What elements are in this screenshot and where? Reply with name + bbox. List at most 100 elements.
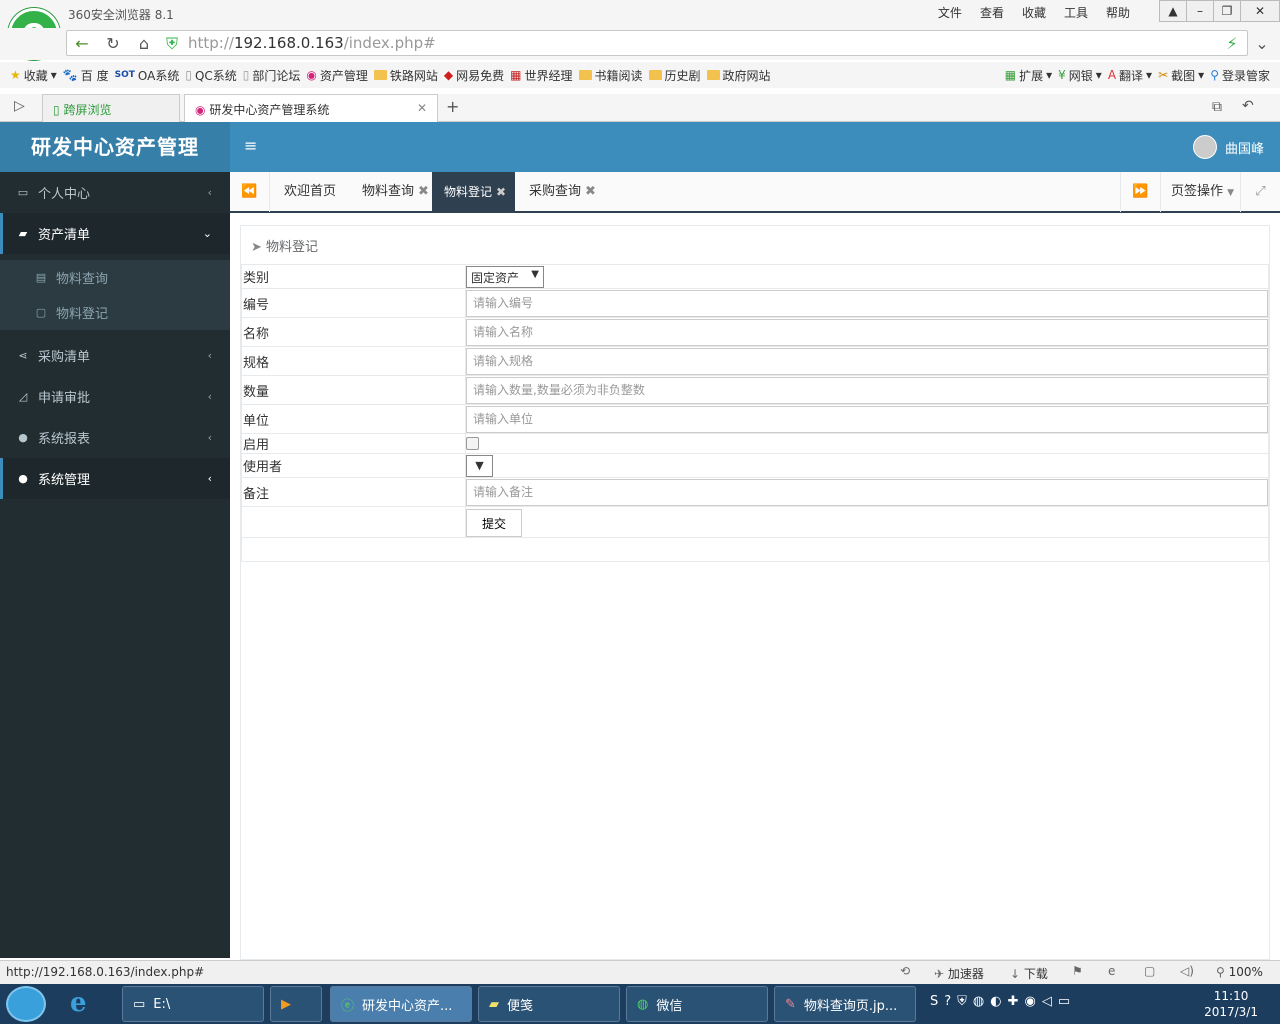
- submit-button[interactable]: 提交: [466, 509, 522, 537]
- menu-file[interactable]: 文件: [938, 4, 962, 21]
- bookmark-assets[interactable]: ◉ 资产管理: [306, 67, 368, 84]
- close-icon[interactable]: ✖: [496, 185, 506, 199]
- baidu-icon: 🐾: [62, 68, 78, 82]
- quantity-input[interactable]: [466, 376, 1268, 404]
- enable-checkbox[interactable]: [466, 437, 479, 450]
- tab-label: 研发中心资产管理系统: [209, 103, 330, 117]
- download-button[interactable]: ↓ 下载: [1010, 965, 1048, 982]
- back-icon[interactable]: ←: [72, 34, 92, 54]
- screenshot-button[interactable]: ✂ 截图 ▾: [1158, 67, 1204, 84]
- skin-icon[interactable]: ▲: [1159, 0, 1187, 22]
- start-button[interactable]: [6, 986, 46, 1022]
- tab-material-query[interactable]: 物料查询 ✖: [350, 172, 441, 212]
- bookmark-railway[interactable]: 铁路网站: [373, 67, 438, 84]
- extensions-button[interactable]: ▦ 扩展 ▾: [1005, 67, 1052, 84]
- minimize-button[interactable]: –: [1186, 0, 1214, 22]
- hamburger-icon[interactable]: ≡: [244, 136, 257, 155]
- search-icon: ⚲: [1210, 68, 1219, 82]
- app-brand[interactable]: 研发中心资产管理: [0, 122, 230, 172]
- tab-welcome[interactable]: 欢迎首页: [272, 172, 348, 212]
- home-icon[interactable]: ⌂: [134, 34, 154, 54]
- undo-icon[interactable]: ↶: [1242, 98, 1254, 114]
- sidebar-item-personal[interactable]: ▭ 个人中心 ‹: [0, 172, 230, 213]
- bookmark-books[interactable]: 书籍阅读: [578, 67, 643, 84]
- menu-help[interactable]: 帮助: [1106, 4, 1130, 21]
- ie-taskbar-icon[interactable]: e: [70, 988, 87, 1018]
- sidebar-item-assets[interactable]: ▰ 资产清单 ⌄: [0, 213, 230, 254]
- login-manager-button[interactable]: ⚲ 登录管家: [1210, 67, 1270, 84]
- refresh-icon[interactable]: ⟲: [900, 964, 910, 978]
- menu-favorites[interactable]: 收藏: [1022, 4, 1046, 21]
- ebank-button[interactable]: ¥ 网银 ▾: [1058, 67, 1102, 84]
- browser-tab-crossscreen[interactable]: ▯ 跨屏浏览: [42, 94, 180, 122]
- flag-icon[interactable]: ⚑: [1072, 964, 1083, 978]
- tabs-scroll-right-icon[interactable]: ⏩: [1120, 172, 1160, 212]
- sidebar-subitem-material-register[interactable]: ▢ 物料登记: [0, 295, 230, 330]
- folder-icon: [706, 70, 720, 80]
- sidebar-subitem-material-query[interactable]: ▤ 物料查询: [0, 260, 230, 295]
- taskbar-clock[interactable]: 11:10 2017/3/1: [1204, 988, 1258, 1020]
- chevron-down-icon: ⌄: [202, 227, 212, 240]
- bookmark-baidu[interactable]: 🐾 百 度: [63, 67, 109, 84]
- browser-tab-active[interactable]: ◉ 研发中心资产管理系统 ✕: [184, 94, 438, 123]
- new-tab-icon[interactable]: +: [446, 97, 459, 116]
- tab-purchase-query[interactable]: 采购查询 ✖: [517, 172, 608, 212]
- code-input[interactable]: [466, 289, 1268, 317]
- taskbar-item-explorer[interactable]: ▭ E:\: [122, 986, 264, 1022]
- bookmark-oa[interactable]: SOT OA系统: [115, 67, 180, 84]
- caret-down-icon: ▼: [531, 268, 539, 280]
- bookmark-netease[interactable]: ◆ 网易免费: [444, 67, 504, 84]
- taskbar-item-notes[interactable]: ▰ 便笺: [478, 986, 620, 1022]
- shield-icon: ⛨: [165, 34, 178, 53]
- zoom-button[interactable]: ⚲ 100%: [1216, 965, 1263, 979]
- window-icon[interactable]: ▢: [1144, 964, 1155, 978]
- category-select[interactable]: 固定资产 ▼: [466, 265, 544, 288]
- bookmark-forum[interactable]: ▯ 部门论坛: [243, 67, 301, 84]
- volume-icon[interactable]: ◁): [1180, 964, 1194, 978]
- maximize-button[interactable]: ❐: [1213, 0, 1241, 22]
- note-input[interactable]: [466, 478, 1268, 506]
- sidebar-item-purchase[interactable]: ⋖ 采购清单 ‹: [0, 335, 230, 376]
- ie-icon[interactable]: e: [1108, 964, 1115, 978]
- user-menu[interactable]: 曲国峰: [1192, 135, 1264, 159]
- bookmark-qc[interactable]: ▯ QC系统: [185, 67, 236, 84]
- url-text[interactable]: http://192.168.0.163/index.php#: [188, 34, 436, 52]
- tabs-scroll-left-icon[interactable]: ⏪: [230, 172, 270, 212]
- sidebar: ▭ 个人中心 ‹ ▰ 资产清单 ⌄ ▤ 物料查询 ▢ 物料登记 ⋖ 采购清单 ‹ ◿ 申请审批 ‹ …: [0, 172, 230, 958]
- sidebar-item-reports[interactable]: ● 系统报表 ‹: [0, 417, 230, 458]
- taskbar-item-browser[interactable]: ⓔ 研发中心资产...: [330, 986, 472, 1022]
- bookmark-favorites[interactable]: ★ 收藏 ▾: [10, 67, 57, 84]
- user-select[interactable]: ▼: [466, 454, 493, 477]
- wechat-icon: ◍: [637, 996, 649, 1012]
- fullscreen-icon[interactable]: ⤢: [1240, 172, 1280, 212]
- tab-material-register[interactable]: 物料登记 ✖: [432, 172, 515, 212]
- unit-input[interactable]: [466, 405, 1268, 433]
- system-tray-icons[interactable]: S?⛨◍◐✚◉◁▭: [930, 994, 1076, 1009]
- close-button[interactable]: ✕: [1240, 0, 1280, 22]
- sidebar-item-system[interactable]: ● 系统管理 ‹: [0, 458, 230, 499]
- tool-label: 扩展: [1019, 68, 1044, 83]
- sidebar-toggle-icon[interactable]: ▷: [14, 98, 25, 114]
- bookmark-manager[interactable]: ▦ 世界经理: [510, 67, 572, 84]
- translate-button[interactable]: A 翻译 ▾: [1108, 67, 1152, 84]
- refresh-icon[interactable]: ↻: [103, 34, 123, 54]
- accelerator-button[interactable]: ✈ 加速器: [934, 965, 984, 982]
- chevron-left-icon: ‹: [207, 431, 212, 444]
- spec-input[interactable]: [466, 347, 1268, 375]
- bookmark-history[interactable]: 历史剧: [648, 67, 701, 84]
- restore-tabs-icon[interactable]: ⧉: [1212, 99, 1222, 115]
- close-icon[interactable]: ✖: [585, 184, 596, 199]
- taskbar-item-media[interactable]: ▶: [270, 986, 322, 1022]
- tab-ops-dropdown[interactable]: 页签操作 ▼: [1160, 172, 1240, 212]
- menu-tools[interactable]: 工具: [1064, 4, 1088, 21]
- bookmark-gov[interactable]: 政府网站: [706, 67, 771, 84]
- name-input[interactable]: [466, 318, 1268, 346]
- close-icon[interactable]: ✖: [418, 184, 429, 199]
- accelerate-icon[interactable]: ⚡: [1222, 34, 1242, 54]
- menu-view[interactable]: 查看: [980, 4, 1004, 21]
- sidebar-item-approval[interactable]: ◿ 申请审批 ‹: [0, 376, 230, 417]
- taskbar-item-wechat[interactable]: ◍ 微信: [626, 986, 768, 1022]
- close-tab-icon[interactable]: ✕: [417, 101, 427, 115]
- dropdown-icon[interactable]: ⌄: [1252, 34, 1272, 54]
- taskbar-item-paint[interactable]: ✎ 物料查询页.jp...: [774, 986, 916, 1022]
